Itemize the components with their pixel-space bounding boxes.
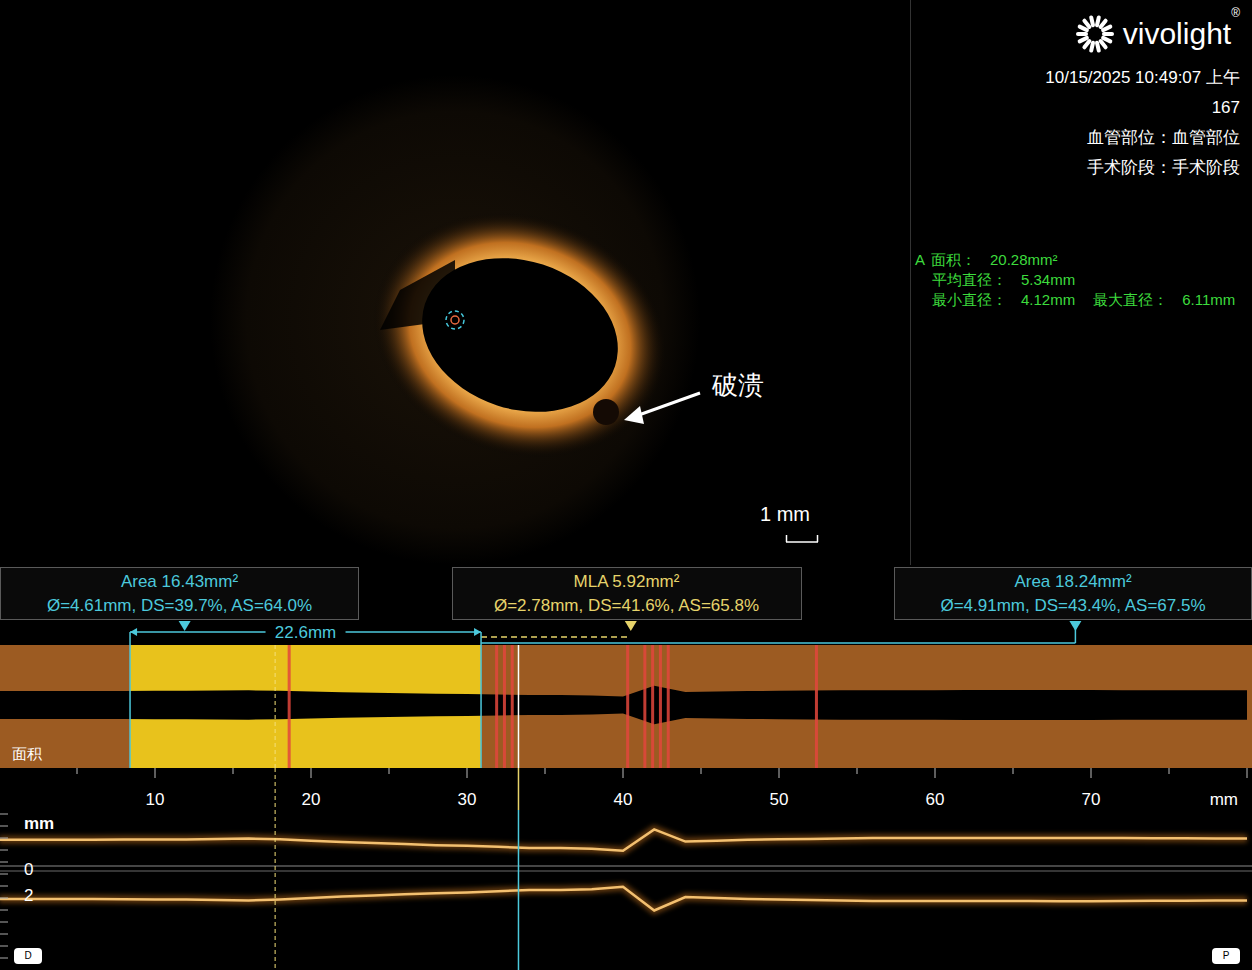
summary-box[interactable]: Area 16.43mm²Ø=4.61mm, DS=39.7%, AS=64.0… <box>0 567 359 620</box>
procedure-stage: 手术阶段：手术阶段 <box>1087 156 1240 180</box>
cross-section-view[interactable]: 破溃 1 mm <box>0 0 910 565</box>
ruler-tick: 60 <box>926 790 945 809</box>
logo: vivolight® <box>1075 14 1240 54</box>
depth-tick: 2 <box>24 886 33 906</box>
current-frame-line[interactable] <box>518 645 520 768</box>
measurement-block: A 面积： 20.28mm²平均直径： 5.34mm 最小直径： 4.12mm 最大直径： 6… <box>911 250 1252 310</box>
proximal-badge[interactable]: P <box>1212 948 1240 964</box>
longitudinal-view[interactable]: mm 0 2 D P <box>0 810 1252 970</box>
logo-text: vivolight® <box>1123 19 1240 49</box>
summary-title: Area 18.24mm² <box>1014 570 1131 594</box>
area-profile-chart[interactable]: 面积 <box>0 645 1252 768</box>
min-label: 最小直径： <box>932 290 1007 310</box>
summary-detail: Ø=2.78mm, DS=41.6%, AS=65.8% <box>494 594 759 618</box>
annotation-label: 破溃 <box>712 368 764 402</box>
ruler-tick: 10 <box>146 790 165 809</box>
frame-mark <box>495 645 498 768</box>
summary-detail: Ø=4.61mm, DS=39.7%, AS=64.0% <box>47 594 312 618</box>
oct-cross-section-image <box>0 0 910 565</box>
distal-badge[interactable]: D <box>14 948 42 964</box>
marker-icon[interactable] <box>179 621 191 631</box>
area-value: 20.28mm² <box>990 250 1058 270</box>
lumen-profile <box>0 686 1247 724</box>
min-value: 4.12mm <box>1021 290 1075 310</box>
info-panel: vivolight® 10/15/2025 10:49:07 上午 167 血管部位：… <box>910 0 1252 565</box>
marker-icon[interactable] <box>625 621 637 631</box>
frame-mark <box>651 645 654 768</box>
oct-longitudinal-image <box>0 810 1252 970</box>
frame-number: 167 <box>1212 96 1240 120</box>
ruler-tick: 70 <box>1082 790 1101 809</box>
frame-mark <box>667 645 670 768</box>
mean-label: 平均直径： <box>932 270 1007 290</box>
area-label: 面积： <box>931 250 976 270</box>
chart-label: 面积 <box>12 745 42 762</box>
depth-tick: 0 <box>24 860 33 880</box>
top-area: 破溃 1 mm vivolight® 10/15/2025 10:49:07 上午 16… <box>0 0 1252 565</box>
depth-unit: mm <box>24 814 54 834</box>
datetime: 10/15/2025 10:49:07 上午 <box>1045 66 1240 90</box>
summary-box[interactable]: MLA 5.92mm²Ø=2.78mm, DS=41.6%, AS=65.8% <box>452 567 802 620</box>
ruler-tick: 50 <box>770 790 789 809</box>
summary-title: MLA 5.92mm² <box>574 570 680 594</box>
frame-mark <box>503 645 506 768</box>
summary-detail: Ø=4.91mm, DS=43.4%, AS=67.5% <box>940 594 1205 618</box>
frame-mark <box>626 645 629 768</box>
ruler-tick: 20 <box>302 790 321 809</box>
frame-mark <box>659 645 662 768</box>
summary-title: Area 16.43mm² <box>121 570 238 594</box>
frame-mark <box>511 645 514 768</box>
distance-ruler: 10 20 30 40 50 60 70 mm <box>0 768 1252 810</box>
summary-box[interactable]: Area 18.24mm²Ø=4.91mm, DS=43.4%, AS=67.5… <box>894 567 1252 620</box>
frame-mark <box>643 645 646 768</box>
marker-icon[interactable] <box>1069 621 1081 631</box>
ruler-tick: 30 <box>458 790 477 809</box>
scale-label: 1 mm <box>760 502 810 526</box>
ruler-tick: 40 <box>614 790 633 809</box>
summary-row: Area 16.43mm²Ø=4.61mm, DS=39.7%, AS=64.0… <box>0 565 1252 620</box>
ruler-unit: mm <box>1210 790 1238 809</box>
marker-row: 22.6mm <box>0 620 1252 645</box>
max-value: 6.11mm <box>1182 290 1235 310</box>
logo-icon <box>1075 14 1115 54</box>
frame-mark <box>815 645 818 768</box>
max-label: 最大直径： <box>1093 290 1168 310</box>
measurement-tag: A <box>915 250 925 270</box>
vessel-site: 血管部位：血管部位 <box>1087 126 1240 150</box>
oct-viewer: 破溃 1 mm vivolight® 10/15/2025 10:49:07 上午 16… <box>0 0 1252 970</box>
mean-value: 5.34mm <box>1021 270 1075 290</box>
frame-mark <box>288 645 291 768</box>
segment-length: 22.6mm <box>275 623 336 642</box>
